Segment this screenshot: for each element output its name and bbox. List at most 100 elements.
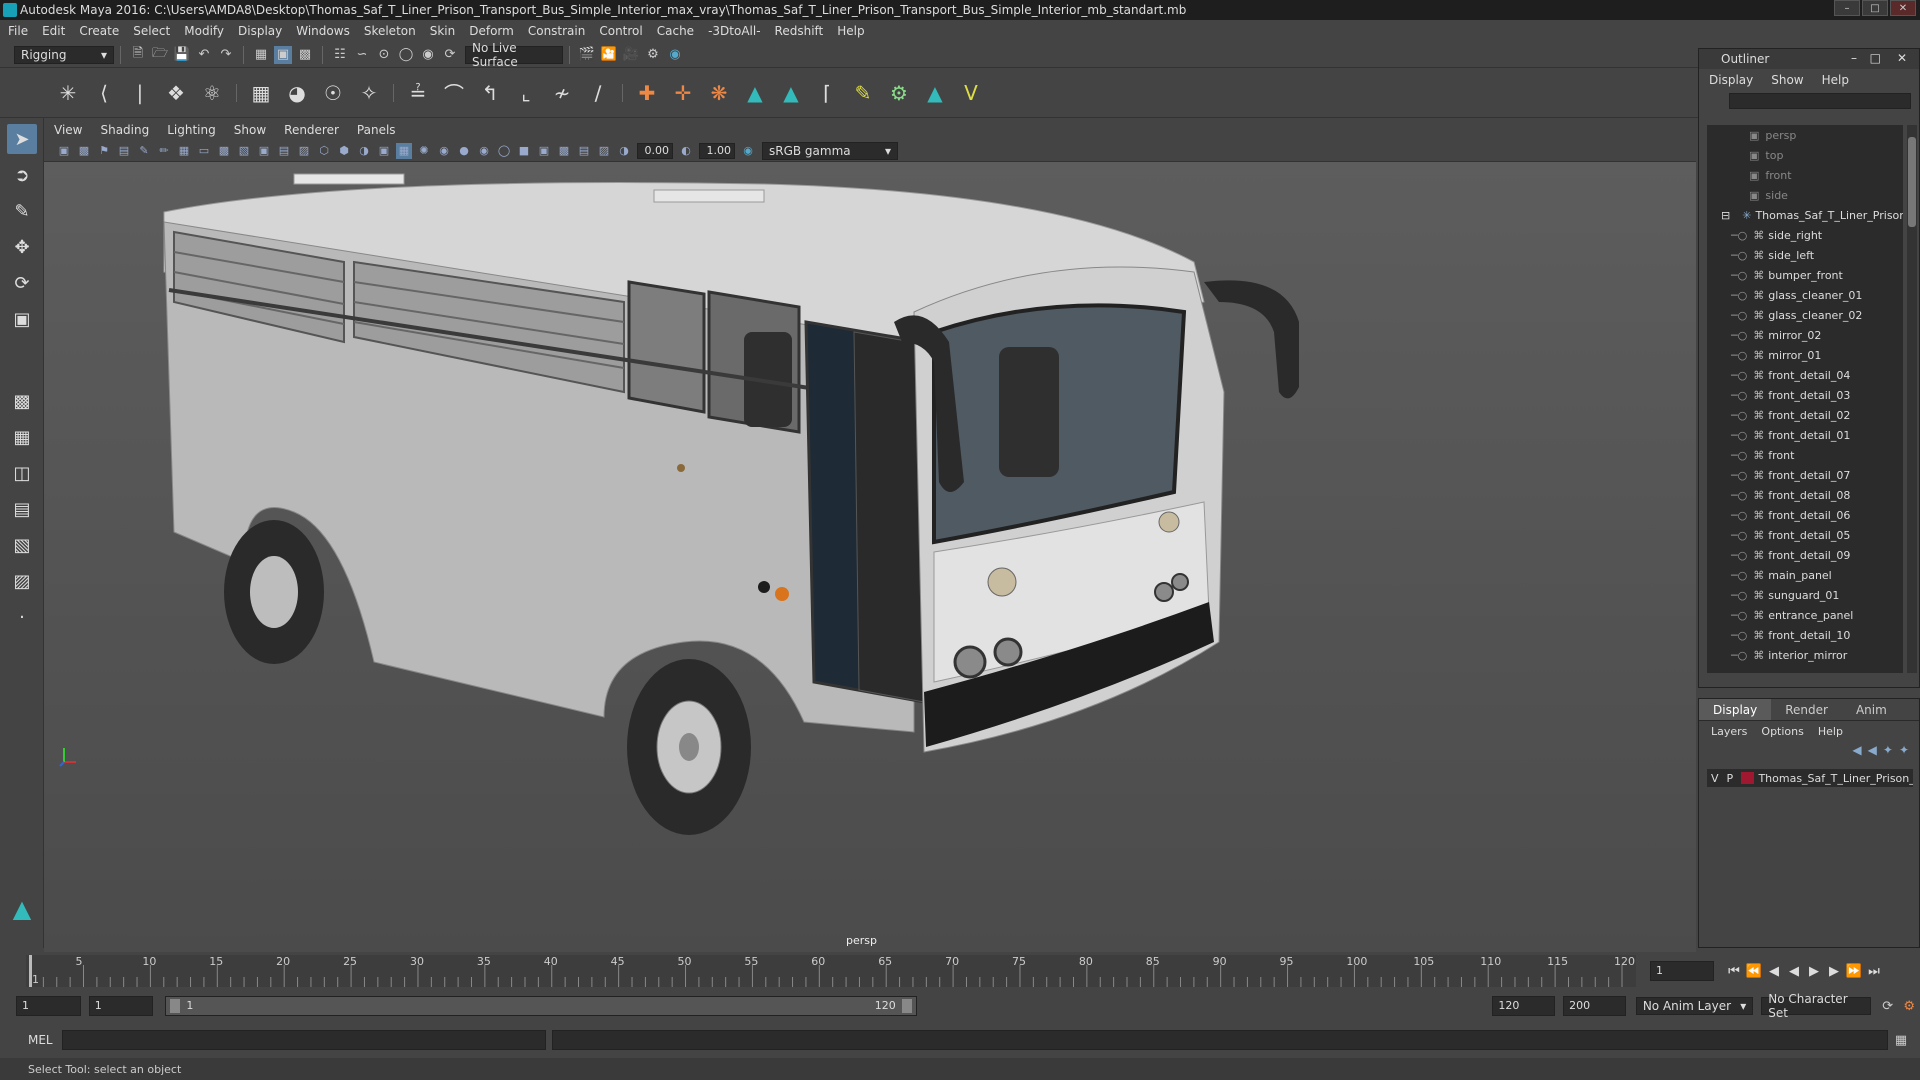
range-slider[interactable]: 1 120	[165, 996, 917, 1016]
paint-weights-icon[interactable]: ⌒	[440, 79, 468, 107]
sculpt-icon[interactable]: ✧	[355, 79, 383, 107]
select-tool-icon[interactable]: ➤	[7, 124, 37, 154]
xray-joints-icon[interactable]: ▤	[576, 143, 592, 159]
playback-end-field[interactable]: 120	[1492, 996, 1556, 1016]
layer-color-swatch[interactable]	[1741, 772, 1755, 784]
wireframe-icon[interactable]: ⬡	[316, 143, 332, 159]
outliner-item[interactable]: ─○ ⌘ front_detail_08	[1707, 485, 1903, 505]
two-pane-layout-icon[interactable]: ◫	[7, 458, 37, 488]
menu-file[interactable]: File	[8, 24, 28, 38]
end-time-field[interactable]: 200	[1563, 996, 1626, 1016]
paint-select-icon[interactable]: ✎	[7, 196, 37, 226]
outliner-item[interactable]: ─○ ⌘ side_left	[1707, 245, 1903, 265]
menu-windows[interactable]: Windows	[296, 24, 350, 38]
lattice-icon[interactable]: ▦	[247, 79, 275, 107]
isolate-select-icon[interactable]: ▣	[536, 143, 552, 159]
step-forward-key-icon[interactable]: ⏩	[1844, 964, 1864, 979]
outliner-item[interactable]: ─○ ⌘ main_panel	[1707, 565, 1903, 585]
menu-display[interactable]: Display	[238, 24, 282, 38]
anti-aliasing-icon[interactable]: ◯	[496, 143, 512, 159]
render-view-icon[interactable]: 🎬	[578, 46, 596, 64]
menu-control[interactable]: Control	[599, 24, 642, 38]
graph-layout-icon[interactable]: ▧	[7, 530, 37, 560]
maximize-button[interactable]: □	[1862, 0, 1888, 16]
outliner-item[interactable]: ─○ ⌘ front_detail_05	[1707, 525, 1903, 545]
aim-constraint-icon[interactable]: ✛	[669, 79, 697, 107]
point-constraint-icon[interactable]: ✚	[633, 79, 661, 107]
menu-deform[interactable]: Deform	[469, 24, 514, 38]
current-time-indicator[interactable]	[29, 955, 32, 987]
bookmark-icon[interactable]: ⚑	[96, 143, 112, 159]
hypershade-icon[interactable]: ◉	[666, 46, 684, 64]
anim-layer-dropdown[interactable]: No Anim Layer ▾	[1635, 997, 1754, 1015]
outliner-search-input[interactable]	[1729, 93, 1911, 109]
bounding-box-icon[interactable]: ▣	[376, 143, 392, 159]
outliner-item[interactable]: ─○ ⌘ front_detail_07	[1707, 465, 1903, 485]
outliner-item[interactable]: ─○ ⌘ glass_cleaner_01	[1707, 285, 1903, 305]
xray-components-icon[interactable]: ▨	[596, 143, 612, 159]
field-chart-icon[interactable]: ▣	[256, 143, 272, 159]
menu-modify[interactable]: Modify	[184, 24, 224, 38]
tab-display[interactable]: Display	[1699, 699, 1772, 720]
panel-menu-show[interactable]: Show	[234, 123, 266, 137]
bind-skin-icon[interactable]: ≟	[404, 79, 432, 107]
single-perspective-layout-icon[interactable]: ▩	[7, 386, 37, 416]
auto-key-icon[interactable]: ⟳	[1879, 997, 1897, 1015]
animation-prefs-icon[interactable]: ⚙	[1900, 997, 1918, 1015]
wrap-icon[interactable]: ☉	[319, 79, 347, 107]
outliner-item[interactable]: ─○ ⌘ side_right	[1707, 225, 1903, 245]
play-backwards-icon[interactable]: ◀	[1784, 964, 1804, 979]
joint-tool-icon[interactable]: ✳	[54, 79, 82, 107]
menu-redshift[interactable]: Redshift	[775, 24, 824, 38]
panel-menu-renderer[interactable]: Renderer	[284, 123, 339, 137]
layers-menu-help[interactable]: Help	[1818, 725, 1843, 738]
hypershade-layout-icon[interactable]: ▨	[7, 566, 37, 596]
two-d-pan-icon[interactable]: ✎	[136, 143, 152, 159]
detach-skin-icon[interactable]: ⌞	[512, 79, 540, 107]
start-time-field[interactable]: 1	[16, 996, 81, 1016]
outliner-item[interactable]: ─○ ⌘ interior_mirror	[1707, 645, 1903, 665]
maya-m-icon[interactable]: ▲	[921, 79, 949, 107]
outliner-item[interactable]: ─○ ⌘ front_detail_03	[1707, 385, 1903, 405]
outliner-menu-show[interactable]: Show	[1771, 73, 1803, 87]
range-slider-left-handle[interactable]	[170, 999, 181, 1013]
outliner-menu-display[interactable]: Display	[1709, 73, 1753, 87]
v-script-icon[interactable]: V	[957, 79, 985, 107]
menu-skin[interactable]: Skin	[430, 24, 456, 38]
panel-menu-shading[interactable]: Shading	[100, 123, 149, 137]
outliner-item[interactable]: ─○ ⌘ sunguard_01	[1707, 585, 1903, 605]
playback-start-field[interactable]: 1	[88, 996, 154, 1016]
ambient-occlusion-icon[interactable]: ●	[456, 143, 472, 159]
smooth-bind-icon[interactable]: ≁	[548, 79, 576, 107]
minimize-button[interactable]: –	[1834, 0, 1860, 16]
outliner-item[interactable]: ─○ ⌘ entrance_panel	[1707, 605, 1903, 625]
outliner-item[interactable]: ▣ top	[1707, 145, 1903, 165]
outliner-layout-icon[interactable]: ▤	[7, 494, 37, 524]
snap-surface-icon[interactable]: ◉	[419, 46, 437, 64]
outliner-item[interactable]: ─○ ⌘ front_detail_01	[1707, 425, 1903, 445]
smooth-shade-icon[interactable]: ⬢	[336, 143, 352, 159]
step-back-key-icon[interactable]: ⏪	[1744, 964, 1764, 979]
film-gate-icon[interactable]: ▭	[196, 143, 212, 159]
panel-menu-view[interactable]: View	[54, 123, 82, 137]
gate-mask-icon[interactable]: ▧	[236, 143, 252, 159]
menu-edit[interactable]: Edit	[42, 24, 65, 38]
quick-rig-icon[interactable]: ⚙	[885, 79, 913, 107]
camera-attributes-icon[interactable]: ▩	[76, 143, 92, 159]
mirror-joint-icon[interactable]: ❖	[162, 79, 190, 107]
gamma-icon[interactable]: ◐	[678, 143, 694, 159]
new-layer-selected-icon[interactable]: ✦	[1899, 743, 1909, 757]
menu-select[interactable]: Select	[133, 24, 170, 38]
xray-icon[interactable]: ▩	[556, 143, 572, 159]
outliner-minimize-button[interactable]: –	[1851, 51, 1857, 65]
redshift-logo-icon[interactable]: ▲	[741, 79, 769, 107]
outliner-item[interactable]: ─○ ⌘ front_detail_10	[1707, 625, 1903, 645]
current-frame-field[interactable]: 1	[1650, 961, 1714, 981]
four-view-layout-icon[interactable]: ▦	[7, 422, 37, 452]
outliner-root-item[interactable]: ⊟ ✳ Thomas_Saf_T_Liner_Prison	[1707, 205, 1903, 225]
character-set-dropdown[interactable]: No Character Set	[1761, 992, 1871, 1020]
camera-select-icon[interactable]: ▣	[56, 143, 72, 159]
outliner-close-button[interactable]: ✕	[1897, 51, 1907, 65]
outliner-item[interactable]: ▣ persp	[1707, 125, 1903, 145]
range-slider-right-handle[interactable]	[901, 999, 912, 1013]
